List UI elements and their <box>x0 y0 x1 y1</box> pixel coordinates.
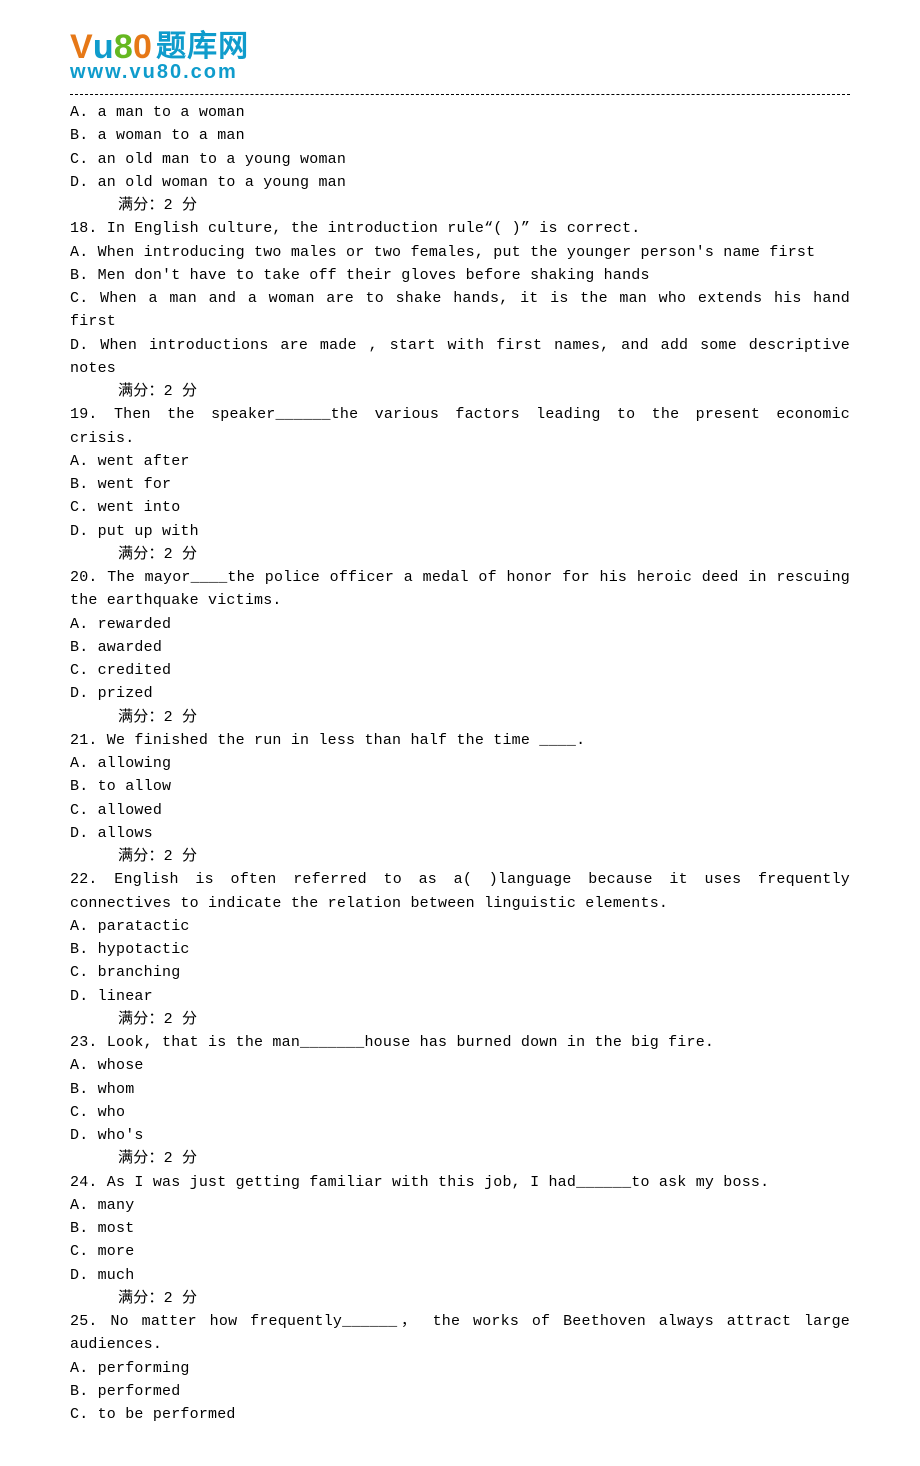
q21-score: 满分：2 分 <box>70 848 197 865</box>
q25-option-a: A. performing <box>70 1357 850 1380</box>
q25-option-c: C. to be performed <box>70 1403 850 1426</box>
q20-stem: 20. The mayor____the police officer a me… <box>70 566 850 613</box>
q24-option-c: C. more <box>70 1240 850 1263</box>
q23-option-a: A. whose <box>70 1054 850 1077</box>
q21-option-b: B. to allow <box>70 775 850 798</box>
q23-option-c: C. who <box>70 1101 850 1124</box>
q24-option-a: A. many <box>70 1194 850 1217</box>
q21-option-a: A. allowing <box>70 752 850 775</box>
q22-score: 满分：2 分 <box>70 1011 197 1028</box>
q22-option-a: A. paratactic <box>70 915 850 938</box>
q24-option-b: B. most <box>70 1217 850 1240</box>
q20-option-a: A. rewarded <box>70 613 850 636</box>
q19-stem: 19. Then the speaker______the various fa… <box>70 403 850 450</box>
logo-digit-0: 0 <box>133 30 152 64</box>
document-page: V u 8 0 题库网 www.vu80.com A. a man to a w… <box>0 0 920 1466</box>
q23-option-d: D. who's <box>70 1124 850 1147</box>
q17-option-b: B. a woman to a man <box>70 124 850 147</box>
q25-option-b: B. performed <box>70 1380 850 1403</box>
q17-option-a: A. a man to a woman <box>70 101 850 124</box>
site-logo: V u 8 0 题库网 www.vu80.com <box>70 30 850 82</box>
q22-stem: 22. English is often referred to as a( )… <box>70 868 850 915</box>
q17-option-c: C. an old man to a young woman <box>70 148 850 171</box>
q24-score: 满分：2 分 <box>70 1290 197 1307</box>
q23-option-b: B. whom <box>70 1078 850 1101</box>
logo-letter-u: u <box>93 30 114 64</box>
q21-option-d: D. allows <box>70 822 850 845</box>
q19-option-c: C. went into <box>70 496 850 519</box>
q20-option-d: D. prized <box>70 682 850 705</box>
q23-score: 满分：2 分 <box>70 1150 197 1167</box>
q18-option-c: C. When a man and a woman are to shake h… <box>70 287 850 334</box>
q21-option-c: C. allowed <box>70 799 850 822</box>
q19-score: 满分：2 分 <box>70 546 197 563</box>
q17-option-d: D. an old woman to a young man <box>70 171 850 194</box>
q17-score: 满分：2 分 <box>70 197 197 214</box>
q19-option-a: A. went after <box>70 450 850 473</box>
q20-option-b: B. awarded <box>70 636 850 659</box>
q18-score: 满分：2 分 <box>70 383 197 400</box>
q18-option-b: B. Men don't have to take off their glov… <box>70 264 850 287</box>
q25-stem: 25. No matter how frequently______， the … <box>70 1310 850 1357</box>
q22-option-d: D. linear <box>70 985 850 1008</box>
q22-option-b: B. hypotactic <box>70 938 850 961</box>
logo-chinese: 题库网 <box>156 32 249 62</box>
logo-top-row: V u 8 0 题库网 <box>70 30 850 64</box>
q21-stem: 21. We finished the run in less than hal… <box>70 729 850 752</box>
q18-stem: 18. In English culture, the introduction… <box>70 217 850 240</box>
logo-url: www.vu80.com <box>70 62 850 82</box>
header-divider <box>70 94 850 95</box>
q22-option-c: C. branching <box>70 961 850 984</box>
q24-option-d: D. much <box>70 1264 850 1287</box>
q19-option-d: D. put up with <box>70 520 850 543</box>
q20-option-c: C. credited <box>70 659 850 682</box>
q24-stem: 24. As I was just getting familiar with … <box>70 1171 850 1194</box>
logo-letter-v: V <box>70 30 93 64</box>
q19-option-b: B. went for <box>70 473 850 496</box>
q20-score: 满分：2 分 <box>70 709 197 726</box>
q18-option-d: D. When introductions are made , start w… <box>70 334 850 381</box>
q18-option-a: A. When introducing two males or two fem… <box>70 241 850 264</box>
q23-stem: 23. Look, that is the man_______house ha… <box>70 1031 850 1054</box>
logo-digit-8: 8 <box>114 30 133 64</box>
